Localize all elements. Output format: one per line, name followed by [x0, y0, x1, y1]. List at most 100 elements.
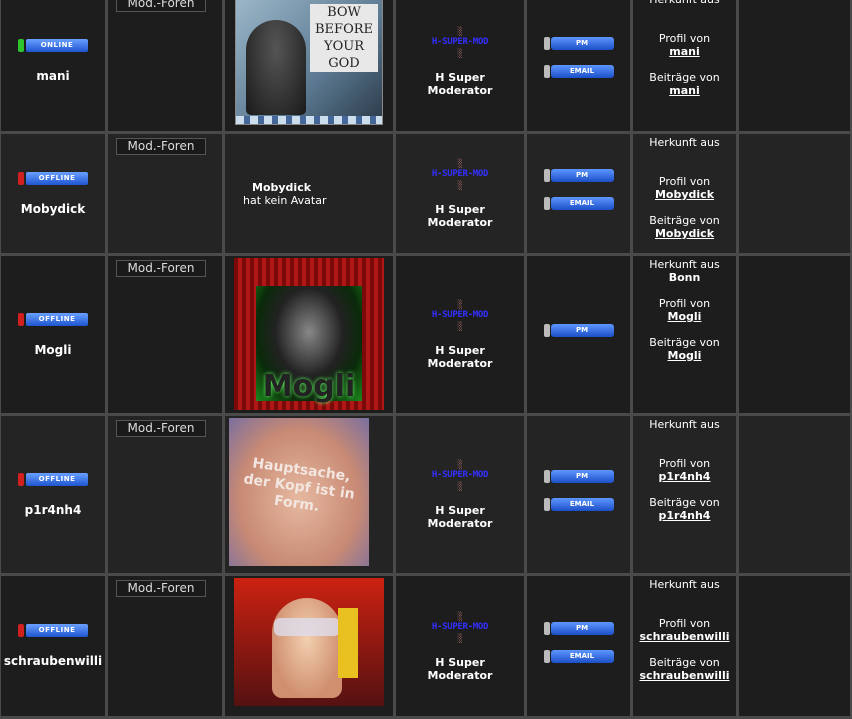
origin-label: Herkunft aus: [649, 578, 720, 591]
status-light-icon: [18, 472, 24, 486]
posts-label: Beiträge von: [649, 71, 720, 84]
contact-cell: PM EMAIL: [527, 576, 630, 716]
empty-cell: [739, 134, 850, 253]
contact-cell: PM EMAIL: [527, 0, 630, 131]
pm-button[interactable]: PM: [543, 621, 614, 635]
contact-cell: PM EMAIL: [527, 134, 630, 253]
mod-forums-button[interactable]: Mod.-Foren: [116, 138, 206, 155]
origin-value: [633, 431, 736, 444]
status-light-icon: [18, 624, 24, 637]
profile-link[interactable]: schraubenwilli: [633, 630, 736, 643]
rank-image: ░ H-SUPER-MOD ░: [431, 460, 489, 491]
rank-cell: ░ H-SUPER-MOD ░ H Super Moderator: [396, 134, 524, 253]
info-cell: Herkunft aus Profil von p1r4nh4 Beiträge…: [633, 416, 736, 573]
avatar-image: BOW BEFORE YOUR GOD: [235, 0, 383, 125]
member-cell: OFFLINE p1r4nh4: [1, 416, 105, 573]
mod-forums-button[interactable]: Mod.-Foren: [116, 580, 206, 597]
email-button[interactable]: EMAIL: [543, 649, 614, 663]
member-row: ONLINE mani Mod.-Foren BOW BEFORE YOUR G…: [1, 0, 850, 131]
pm-button[interactable]: PM: [543, 36, 614, 50]
status-badge: OFFLINE: [18, 171, 88, 185]
posts-link[interactable]: Mobydick: [633, 227, 736, 240]
rank-image: ░ H-SUPER-MOD ░: [431, 159, 489, 190]
profile-link[interactable]: p1r4nh4: [633, 470, 736, 483]
profile-label: Profil von: [658, 617, 711, 630]
mod-forums-cell: Mod.-Foren: [108, 576, 222, 716]
rank-cell: ░ H-SUPER-MOD ░ H Super Moderator: [396, 0, 524, 131]
mod-forums-button[interactable]: Mod.-Foren: [116, 0, 206, 12]
origin-value: [633, 591, 736, 604]
profile-link[interactable]: mani: [633, 45, 736, 58]
profile-link[interactable]: Mobydick: [633, 188, 736, 201]
username: Mobydick: [20, 201, 86, 216]
contact-cell: PM: [527, 256, 630, 413]
rank-cell: ░ H-SUPER-MOD ░ H Super Moderator: [396, 576, 524, 716]
rank-cell: ░ H-SUPER-MOD ░ H Super Moderator: [396, 416, 524, 573]
avatar-cell: Hauptsache, der Kopf ist in Form.: [225, 416, 393, 573]
posts-link[interactable]: schraubenwilli: [633, 669, 736, 682]
empty-cell: [739, 0, 850, 131]
status-light-icon: [18, 39, 24, 52]
status-light-icon: [18, 312, 24, 326]
origin-label: Herkunft aus: [649, 258, 720, 271]
avatar-image: Hauptsache, der Kopf ist in Form.: [229, 418, 369, 566]
origin-value: [633, 149, 736, 162]
pm-button[interactable]: PM: [543, 324, 614, 337]
rank-image: ░ H-SUPER-MOD ░: [431, 611, 489, 643]
posts-link[interactable]: mani: [633, 84, 736, 97]
info-cell: Herkunft aus Profil von schraubenwilli B…: [633, 576, 736, 716]
profile-label: Profil von: [658, 297, 711, 310]
mod-forums-button[interactable]: Mod.-Foren: [116, 420, 206, 437]
info-cell: Herkunft aus Profil von mani Beiträge vo…: [633, 0, 736, 131]
rank-name: H Super Moderator: [427, 203, 493, 229]
empty-cell: [739, 576, 850, 716]
posts-label: Beiträge von: [649, 496, 720, 509]
empty-cell: [739, 256, 850, 413]
profile-link[interactable]: Mogli: [633, 310, 736, 323]
status-badge: OFFLINE: [18, 312, 88, 326]
empty-cell: [739, 416, 850, 573]
username: schraubenwilli: [3, 654, 103, 668]
origin-label: Herkunft aus: [649, 418, 720, 431]
mod-forums-cell: Mod.-Foren: [108, 256, 222, 413]
avatar-cell: Mogli: [225, 256, 393, 413]
info-cell: Herkunft aus Profil von Mobydick Beiträg…: [633, 134, 736, 253]
posts-link[interactable]: Mogli: [633, 349, 736, 362]
no-avatar-text: Mobydick hat kein Avatar: [243, 180, 327, 207]
profile-label: Profil von: [658, 457, 711, 470]
username: mani: [36, 69, 70, 83]
status-badge: ONLINE: [18, 39, 88, 52]
member-row: OFFLINE Mogli Mod.-Foren Mogli ░ H-SUPER-…: [1, 256, 850, 413]
posts-link[interactable]: p1r4nh4: [633, 509, 736, 522]
rank-name: H Super Moderator: [427, 70, 493, 97]
email-button[interactable]: EMAIL: [543, 498, 614, 511]
avatar-cell: Mobydick hat kein Avatar: [225, 134, 393, 253]
origin-value: Bonn: [668, 271, 701, 284]
mod-forums-cell: Mod.-Foren: [108, 416, 222, 573]
pm-button[interactable]: PM: [543, 470, 614, 483]
posts-label: Beiträge von: [649, 336, 720, 349]
pm-button[interactable]: PM: [543, 169, 614, 182]
member-cell: ONLINE mani: [1, 0, 105, 131]
member-cell: OFFLINE Mogli: [1, 256, 105, 413]
rank-name: H Super Moderator: [427, 344, 493, 370]
rank-image: ░ H-SUPER-MOD ░: [431, 300, 489, 331]
member-row: OFFLINE p1r4nh4 Mod.-Foren Hauptsache, d…: [1, 416, 850, 573]
member-cell: OFFLINE schraubenwilli: [1, 576, 105, 716]
mod-forums-cell: Mod.-Foren: [108, 0, 222, 131]
rank-image: ░ H-SUPER-MOD ░: [431, 26, 489, 58]
posts-label: Beiträge von: [649, 656, 720, 669]
posts-label: Beiträge von: [649, 214, 720, 227]
avatar-cell: [225, 576, 393, 716]
status-badge: OFFLINE: [18, 624, 88, 637]
email-button[interactable]: EMAIL: [543, 64, 614, 78]
avatar-image: Mogli: [234, 257, 384, 410]
rank-name: H Super Moderator: [427, 504, 493, 530]
rank-cell: ░ H-SUPER-MOD ░ H Super Moderator: [396, 256, 524, 413]
email-button[interactable]: EMAIL: [543, 197, 614, 210]
username: p1r4nh4: [24, 502, 82, 517]
profile-label: Profil von: [658, 32, 711, 45]
member-row: OFFLINE schraubenwilli Mod.-Foren ░ H-SUP…: [1, 576, 850, 716]
member-list-table: ONLINE mani Mod.-Foren BOW BEFORE YOUR G…: [0, 0, 852, 719]
mod-forums-button[interactable]: Mod.-Foren: [116, 260, 206, 277]
